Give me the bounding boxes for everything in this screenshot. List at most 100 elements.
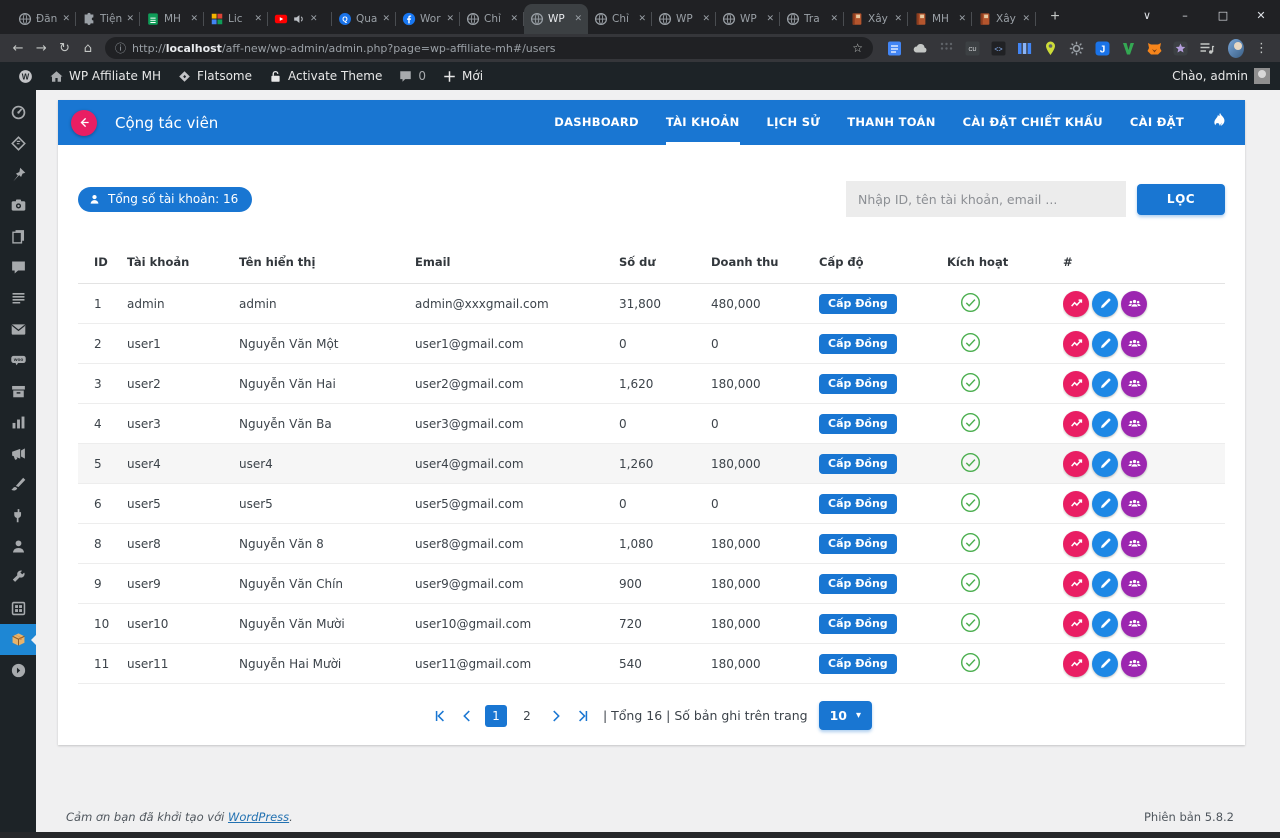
referrals-button[interactable] <box>1121 411 1147 437</box>
browser-tab[interactable]: Đăn✕ <box>12 4 76 34</box>
sidebar-item-comments[interactable] <box>0 252 36 283</box>
sidebar-item-woocommerce[interactable]: woo <box>0 345 36 376</box>
stats-button[interactable] <box>1063 411 1089 437</box>
stats-button[interactable] <box>1063 491 1089 517</box>
referrals-button[interactable] <box>1121 291 1147 317</box>
stats-button[interactable] <box>1063 611 1089 637</box>
browser-tab[interactable]: Xây✕ <box>844 4 908 34</box>
pin-drop-extension-icon[interactable] <box>1042 40 1059 57</box>
site-name-link[interactable]: WP Affiliate MH <box>41 62 169 90</box>
sidebar-item-wp-affiliate[interactable] <box>0 624 36 655</box>
browser-tab[interactable]: WP✕ <box>716 4 780 34</box>
active-check-icon[interactable] <box>960 332 981 353</box>
edit-button[interactable] <box>1092 291 1118 317</box>
tab-close-icon[interactable]: ✕ <box>382 14 390 24</box>
dark-badge-extension-icon[interactable]: CU <box>964 40 981 57</box>
stats-button[interactable] <box>1063 291 1089 317</box>
tab-close-icon[interactable]: ✕ <box>830 14 838 24</box>
edit-button[interactable] <box>1092 611 1118 637</box>
tab-search-chevron-icon[interactable]: ∨ <box>1128 0 1166 30</box>
edit-button[interactable] <box>1092 571 1118 597</box>
close-button[interactable]: ✕ <box>1242 0 1280 30</box>
admin-greeting[interactable]: Chào, admin <box>1172 69 1248 83</box>
sidebar-item-dashboard[interactable] <box>0 97 36 128</box>
cloud-extension-icon[interactable] <box>912 40 929 57</box>
sidebar-item-analytics[interactable] <box>0 407 36 438</box>
active-check-icon[interactable] <box>960 532 981 553</box>
prev-page-button[interactable] <box>458 707 476 725</box>
tab-tài-khoản[interactable]: TÀI KHOẢN <box>666 100 740 145</box>
letter-j-extension-icon[interactable]: J <box>1094 40 1111 57</box>
referrals-button[interactable] <box>1121 531 1147 557</box>
page-info-icon[interactable]: ⓘ <box>115 40 126 56</box>
edit-button[interactable] <box>1092 371 1118 397</box>
browser-tab[interactable]: Wor✕ <box>396 4 460 34</box>
active-check-icon[interactable] <box>960 452 981 473</box>
browser-tab[interactable]: Xây✕ <box>972 4 1036 34</box>
dots-grid-extension-icon[interactable] <box>938 40 955 57</box>
sidebar-item-marketing[interactable] <box>0 438 36 469</box>
tab-close-icon[interactable]: ✕ <box>766 14 774 24</box>
wordpress-link[interactable]: WordPress <box>228 810 289 824</box>
tab-cài-đặt[interactable]: CÀI ĐẶT <box>1130 100 1184 145</box>
referrals-button[interactable] <box>1121 651 1147 677</box>
referrals-button[interactable] <box>1121 571 1147 597</box>
referrals-button[interactable] <box>1121 331 1147 357</box>
tab-dashboard[interactable]: DASHBOARD <box>554 100 639 145</box>
stats-button[interactable] <box>1063 571 1089 597</box>
edit-button[interactable] <box>1092 451 1118 477</box>
sidebar-item-users[interactable] <box>0 531 36 562</box>
tab-close-icon[interactable]: ✕ <box>702 14 710 24</box>
minimize-button[interactable]: – <box>1166 0 1204 30</box>
admin-avatar[interactable] <box>1254 68 1270 84</box>
browser-tab[interactable]: Tra✕ <box>780 4 844 34</box>
sidebar-item-ux-blocks[interactable] <box>0 283 36 314</box>
tab-close-icon[interactable]: ✕ <box>894 14 902 24</box>
sidebar-item-plugins[interactable] <box>0 500 36 531</box>
stats-button[interactable] <box>1063 531 1089 557</box>
tab-close-icon[interactable]: ✕ <box>958 14 966 24</box>
browser-tab[interactable]: MH✕ <box>908 4 972 34</box>
edit-button[interactable] <box>1092 331 1118 357</box>
sidebar-item-products[interactable] <box>0 376 36 407</box>
home-icon[interactable]: ⌂ <box>78 41 98 56</box>
active-check-icon[interactable] <box>960 292 981 313</box>
tab-close-icon[interactable]: ✕ <box>574 14 582 24</box>
browser-tab[interactable]: ✕ <box>268 4 332 34</box>
browser-menu-icon[interactable]: ⋮ <box>1255 41 1268 56</box>
sidebar-item-posts[interactable] <box>0 159 36 190</box>
tab-lịch-sử[interactable]: LỊCH SỬ <box>767 100 821 145</box>
edit-button[interactable] <box>1092 491 1118 517</box>
tab-cài-đặt-chiết-khấu[interactable]: CÀI ĐẶT CHIẾT KHẤU <box>963 100 1103 145</box>
tab-thanh-toán[interactable]: THANH TOÁN <box>847 100 935 145</box>
tab-close-icon[interactable]: ✕ <box>62 14 70 24</box>
stats-button[interactable] <box>1063 451 1089 477</box>
page-number-1[interactable]: 1 <box>485 705 507 727</box>
sidebar-item-media[interactable] <box>0 190 36 221</box>
active-check-icon[interactable] <box>960 492 981 513</box>
browser-tab[interactable]: Chỉ✕ <box>588 4 652 34</box>
stats-button[interactable] <box>1063 651 1089 677</box>
maximize-button[interactable]: □ <box>1204 0 1242 30</box>
activate-theme-menu[interactable]: Activate Theme <box>260 62 390 90</box>
stats-button[interactable] <box>1063 331 1089 357</box>
sidebar-item-flatsome[interactable] <box>0 128 36 159</box>
referrals-button[interactable] <box>1121 371 1147 397</box>
per-page-select[interactable]: 10 ▾ <box>819 701 872 730</box>
new-content-menu[interactable]: Mới <box>434 62 491 90</box>
referrals-button[interactable] <box>1121 491 1147 517</box>
page-number-2[interactable]: 2 <box>516 705 538 727</box>
referrals-button[interactable] <box>1121 451 1147 477</box>
browser-tab[interactable]: Tiện✕ <box>76 4 140 34</box>
back-button[interactable] <box>71 110 97 136</box>
new-tab-button[interactable]: + <box>1042 4 1068 30</box>
gear-extension-icon[interactable] <box>1068 40 1085 57</box>
sidebar-item-collapse-menu[interactable] <box>0 655 36 686</box>
wp-logo-icon[interactable]: W <box>10 62 41 90</box>
back-icon[interactable]: ← <box>8 41 28 56</box>
browser-profile-avatar[interactable] <box>1228 39 1244 58</box>
sidebar-item-contact[interactable] <box>0 314 36 345</box>
active-check-icon[interactable] <box>960 372 981 393</box>
tab-close-icon[interactable]: ✕ <box>638 14 646 24</box>
fox-extension-icon[interactable] <box>1146 40 1163 57</box>
